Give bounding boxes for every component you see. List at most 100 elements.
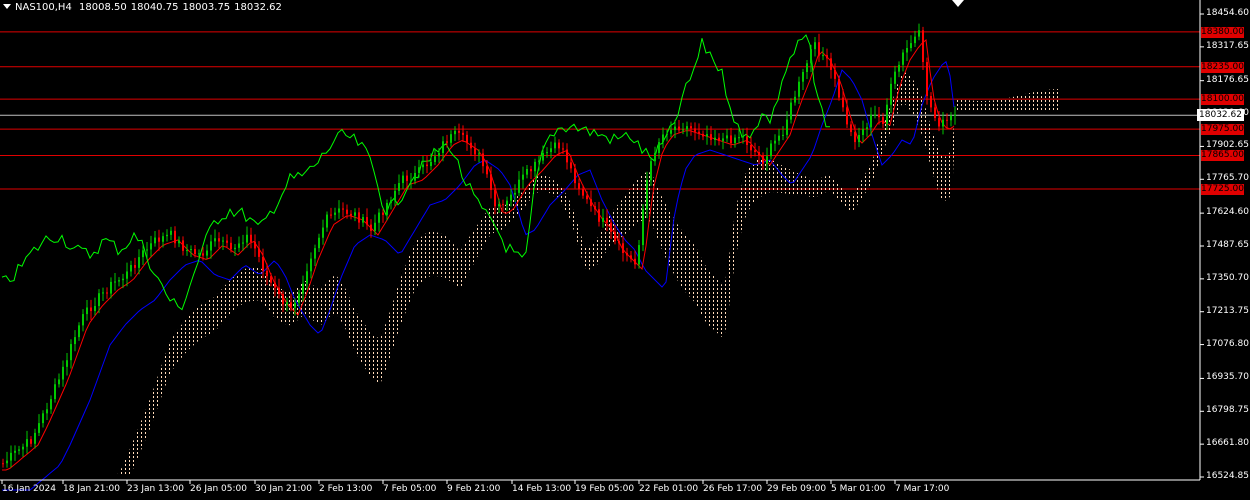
candle-body [158, 237, 160, 242]
level-label: 17725.00 [1201, 184, 1244, 196]
y-tick-label: 17487.65 [1206, 239, 1249, 250]
candle-body [278, 287, 280, 295]
symbol-label: NAS100,H4 [15, 2, 72, 13]
candle-body [418, 167, 420, 173]
candle-body [78, 325, 80, 338]
candle-body [726, 135, 728, 139]
y-tick-label: 17624.60 [1206, 207, 1249, 218]
y-tick-label: 17765.70 [1206, 173, 1249, 184]
candle-body [746, 136, 748, 146]
candle-body [594, 206, 596, 210]
candle-body [526, 169, 528, 175]
x-tick-label: 5 Mar 01:00 [831, 484, 886, 494]
candle-body [366, 217, 368, 225]
candle-body [202, 253, 204, 256]
y-tick-label: 18454.60 [1206, 8, 1249, 18]
candle-body [382, 212, 384, 215]
candle-body [878, 114, 880, 118]
candle-body [214, 238, 216, 242]
candle-body [294, 302, 296, 308]
candle-body [534, 161, 536, 172]
candle-body [206, 250, 208, 256]
candle-body [426, 164, 428, 167]
candle-body [258, 248, 260, 257]
candle-body [706, 134, 708, 137]
y-tick-label: 16935.70 [1206, 372, 1249, 383]
candle-body [266, 270, 268, 277]
x-tick-label: 30 Jan 21:00 [255, 484, 312, 494]
candle-body [470, 142, 472, 149]
candle-body [222, 240, 224, 242]
candle-body [34, 432, 36, 444]
candle-body [566, 149, 568, 163]
candle-body [226, 240, 228, 243]
candle-body [650, 161, 652, 181]
candle-body [462, 132, 464, 135]
candle-body [178, 240, 180, 244]
level-label: 17975.00 [1201, 124, 1244, 136]
candle-body [246, 234, 248, 243]
candle-body [26, 439, 28, 447]
y-tick-label: 18317.65 [1206, 40, 1249, 51]
candle-body [742, 136, 744, 138]
candle-body [238, 243, 240, 248]
x-tick-label: 2 Feb 13:00 [319, 484, 373, 494]
candle-body [270, 276, 272, 283]
candle-body [874, 114, 876, 116]
candle-body [898, 64, 900, 72]
candle-body [806, 63, 808, 73]
price-chart[interactable] [0, 0, 1250, 500]
candle-body [586, 195, 588, 200]
candle-body [334, 212, 336, 215]
candle-body [894, 71, 896, 84]
candle-body [910, 43, 912, 49]
candle-body [142, 250, 144, 258]
candle-body [330, 214, 332, 216]
candle-body [774, 140, 776, 144]
candle-body [834, 69, 836, 79]
candle-body [302, 283, 304, 294]
candle-body [590, 199, 592, 207]
candle-body [790, 102, 792, 120]
candle-body [70, 344, 72, 361]
candle-body [934, 107, 936, 119]
candle-body [82, 314, 84, 326]
candle-body [818, 42, 820, 56]
shift-marker-icon[interactable] [952, 0, 964, 7]
candle-body [54, 384, 56, 400]
dropdown-icon[interactable] [3, 4, 11, 9]
candle-body [902, 52, 904, 65]
candle-body [318, 237, 320, 249]
candle-body [574, 168, 576, 184]
candle-body [306, 271, 308, 284]
candle-body [578, 183, 580, 189]
x-tick-label: 9 Feb 21:00 [447, 484, 501, 494]
candle-body [274, 282, 276, 288]
candle-body [74, 337, 76, 345]
candle-body [154, 237, 156, 244]
y-tick-label: 16524.85 [1206, 471, 1249, 481]
candle-body [518, 179, 520, 193]
candle-body [30, 439, 32, 444]
candle-body [750, 145, 752, 151]
candle-body [2, 463, 4, 465]
candle-body [718, 137, 720, 141]
candle-body [466, 134, 468, 143]
candle-body [606, 217, 608, 223]
candle-body [362, 217, 364, 223]
y-tick-label: 17350.70 [1206, 272, 1249, 283]
candle-body [58, 379, 60, 385]
candle-body [398, 183, 400, 191]
candle-body [286, 302, 288, 305]
candle-body [922, 30, 924, 63]
candle-body [522, 174, 524, 180]
x-tick-label: 16 Jan 2024 [2, 484, 56, 494]
candle-body [134, 265, 136, 268]
candle-body [150, 243, 152, 250]
candle-body [890, 83, 892, 105]
candle-body [122, 278, 124, 281]
x-tick-label: 26 Jan 05:00 [190, 484, 247, 494]
x-tick-label: 7 Mar 17:00 [895, 484, 950, 494]
candle-body [798, 81, 800, 97]
candle-body [918, 30, 920, 37]
